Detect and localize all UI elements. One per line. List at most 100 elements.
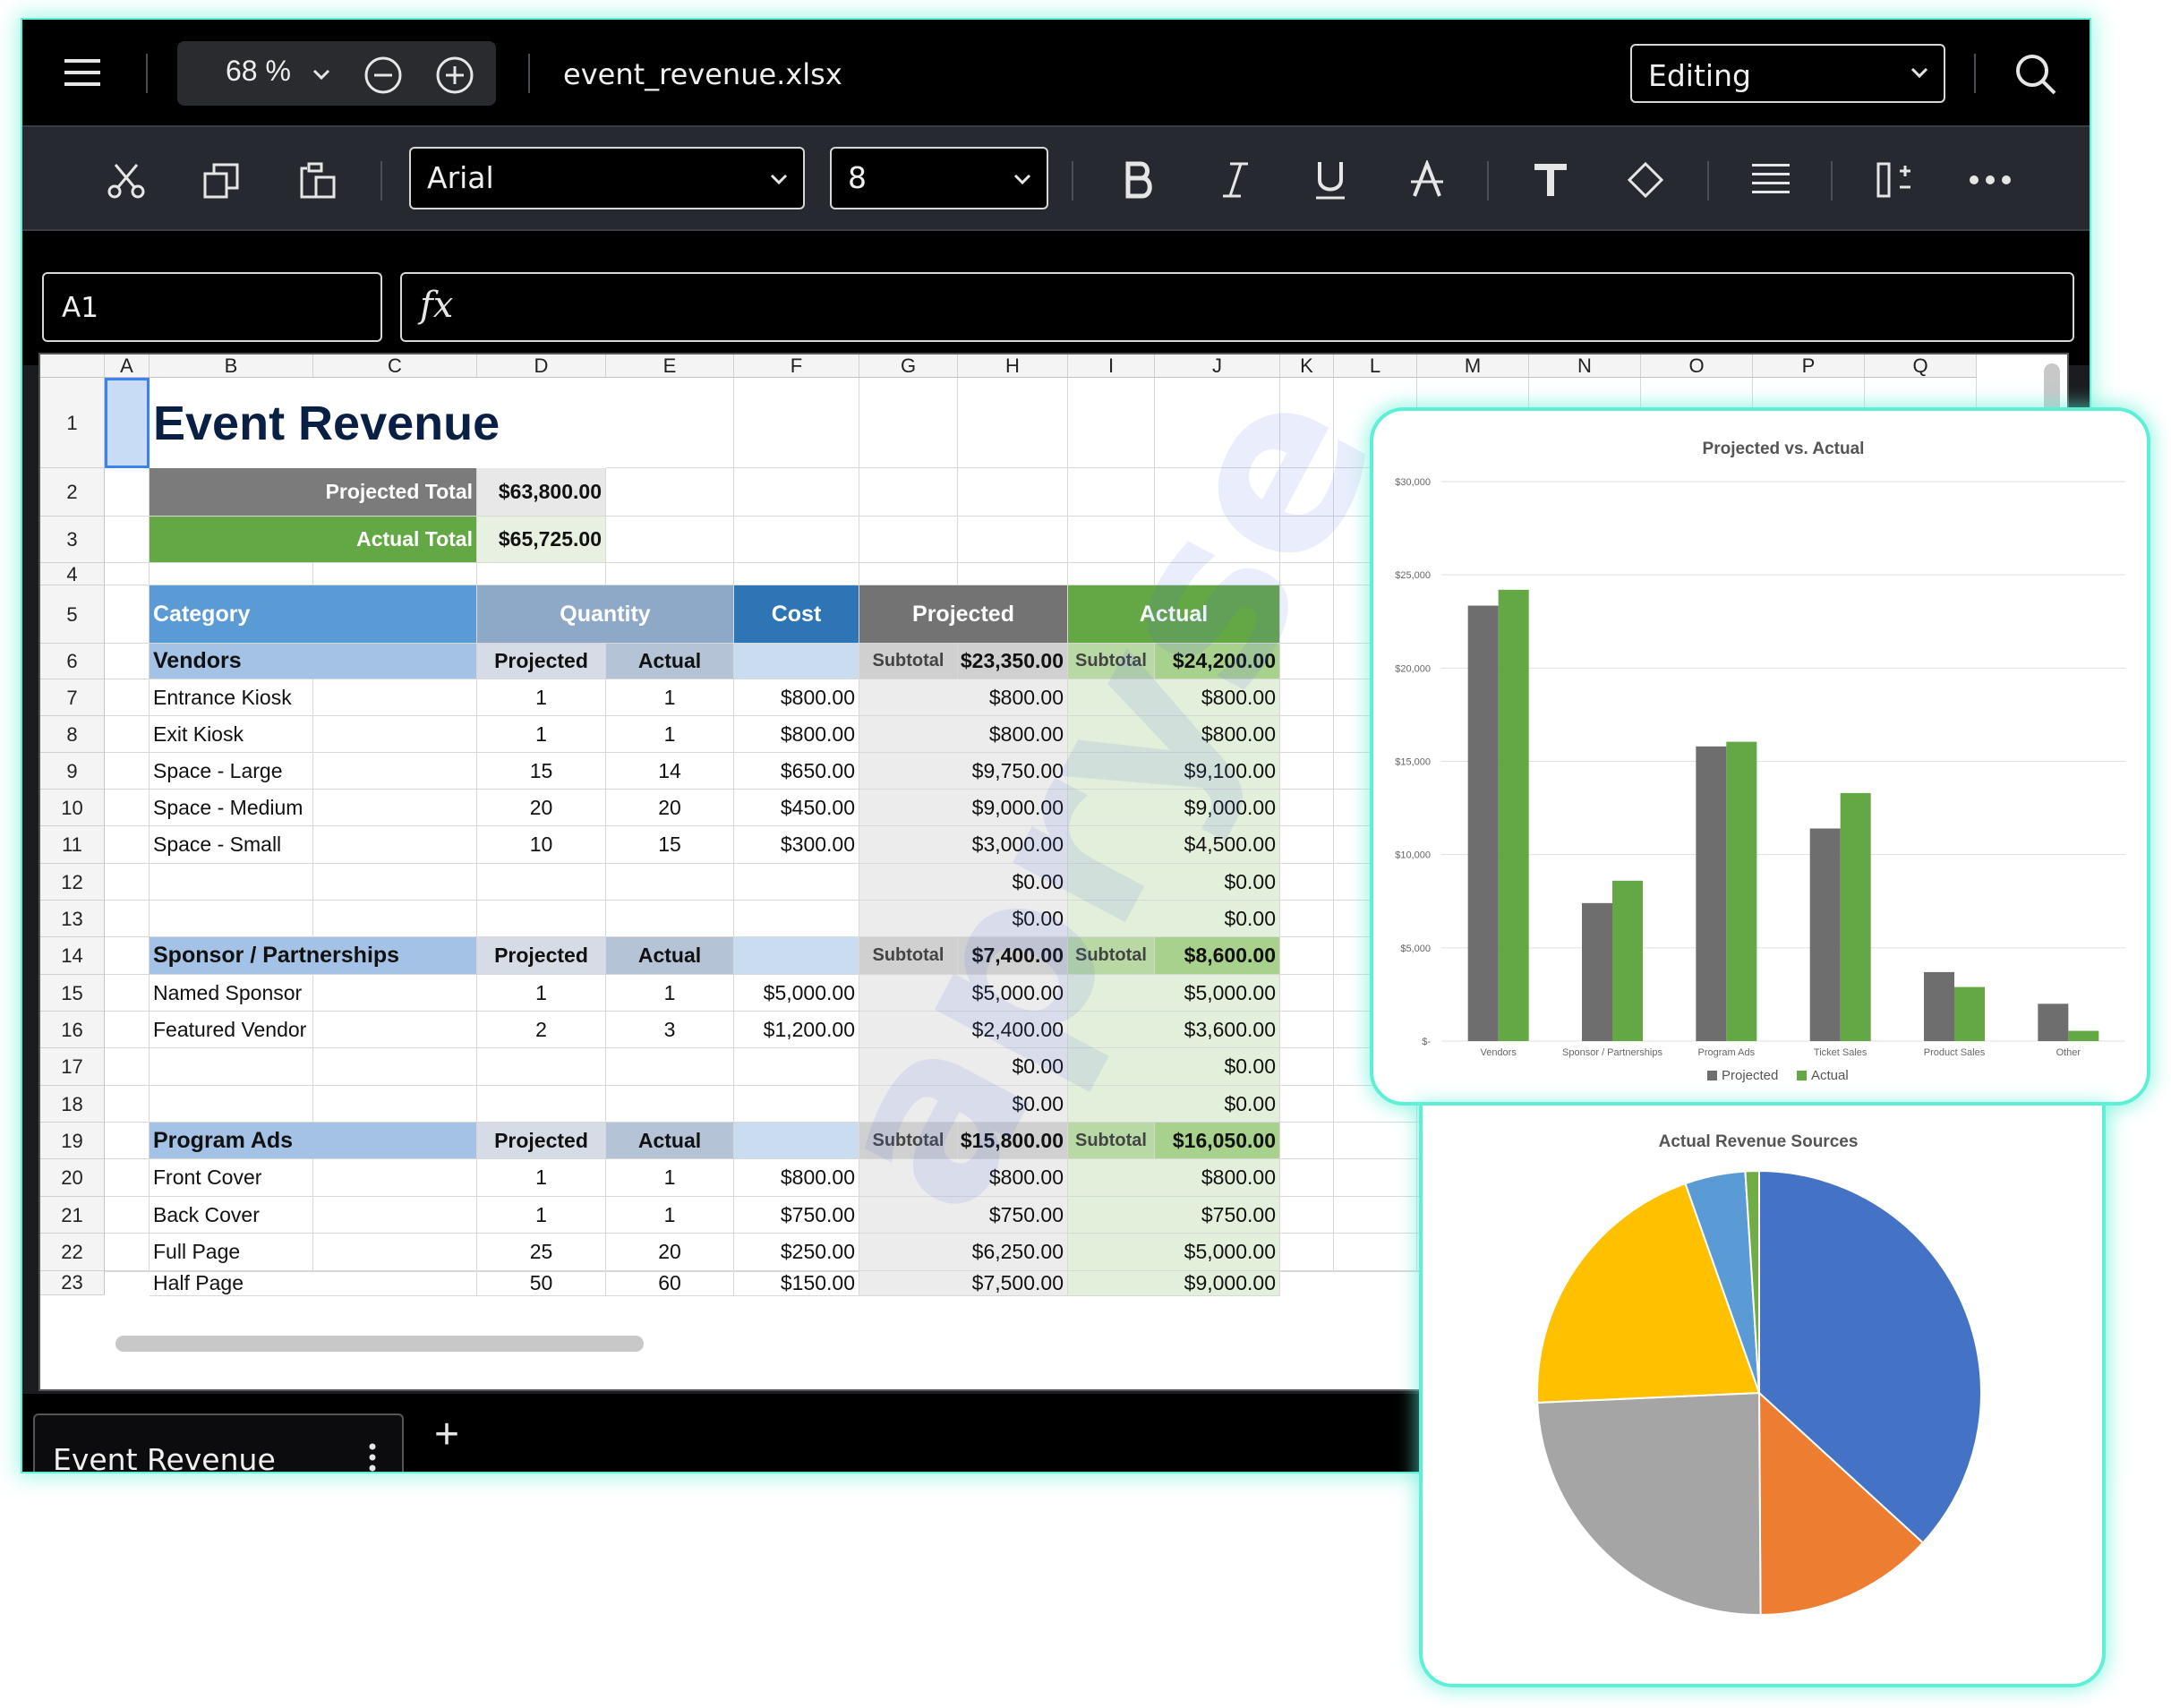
grid-cell[interactable] (105, 517, 150, 563)
subtotal-label[interactable]: Subtotal (1068, 644, 1155, 679)
item-qty-projected[interactable]: 1 (477, 1159, 606, 1197)
subtotal-label[interactable]: Subtotal (859, 1123, 958, 1159)
grid-cell[interactable] (1280, 1123, 1334, 1159)
column-header-m[interactable]: M (1417, 354, 1529, 378)
item-qty-actual[interactable]: 1 (606, 679, 734, 716)
item-actual[interactable]: $0.00 (1068, 1086, 1280, 1123)
select-all-corner[interactable] (40, 354, 105, 378)
item-qty-actual[interactable]: 20 (606, 790, 734, 826)
projected-subtotal[interactable]: $23,350.00 (958, 644, 1068, 679)
item-qty-actual[interactable] (606, 864, 734, 901)
header-quantity[interactable]: Quantity (477, 585, 734, 644)
grid-cell[interactable] (105, 753, 150, 790)
grid-cell[interactable] (105, 679, 150, 716)
column-header-j[interactable]: J (1155, 354, 1280, 378)
grid-cell[interactable] (1280, 644, 1334, 679)
item-qty-actual[interactable] (606, 1086, 734, 1123)
grid-cell[interactable] (105, 790, 150, 826)
item-projected[interactable]: $800.00 (859, 1159, 1068, 1197)
section-name[interactable]: Sponsor / Partnerships (150, 937, 477, 975)
section-name[interactable]: Program Ads (150, 1123, 477, 1159)
item-qty-projected[interactable] (477, 1086, 606, 1123)
text-color-icon[interactable] (1528, 158, 1573, 202)
item-cost[interactable]: $800.00 (734, 1159, 859, 1197)
grid-cell[interactable] (1068, 468, 1155, 517)
grid-cell[interactable] (1280, 563, 1334, 585)
item-qty-projected[interactable]: 15 (477, 753, 606, 790)
subtotal-label[interactable]: Subtotal (1068, 937, 1155, 975)
grid-cell[interactable] (1280, 716, 1334, 753)
item-name[interactable] (150, 864, 477, 901)
row-header-9[interactable]: 9 (40, 753, 105, 790)
grid-cell[interactable] (734, 517, 859, 563)
column-header-k[interactable]: K (1280, 354, 1334, 378)
item-cost[interactable]: $1,200.00 (734, 1012, 859, 1048)
item-cost[interactable] (734, 1048, 859, 1086)
column-header-d[interactable]: D (477, 354, 606, 378)
row-header-2[interactable]: 2 (40, 468, 105, 517)
grid-cell[interactable] (1280, 1159, 1334, 1197)
sheet-tab-event-revenue[interactable]: Event Revenue (33, 1413, 404, 1472)
column-header-f[interactable]: F (734, 354, 859, 378)
section-sub-projected[interactable]: Projected (477, 1123, 606, 1159)
section-sub-actual[interactable]: Actual (606, 937, 734, 975)
column-header-p[interactable]: P (1753, 354, 1865, 378)
grid-cell[interactable] (105, 1086, 150, 1123)
column-header-h[interactable]: H (958, 354, 1068, 378)
grid-cell[interactable] (1068, 563, 1155, 585)
item-name[interactable] (150, 901, 477, 937)
item-qty-projected[interactable] (477, 901, 606, 937)
item-projected[interactable]: $6,250.00 (859, 1234, 1068, 1271)
column-header-b[interactable]: B (150, 354, 313, 378)
actual-total-value[interactable]: $65,725.00 (477, 517, 606, 563)
item-name[interactable]: Full Page (150, 1234, 477, 1271)
kebab-menu-icon[interactable] (368, 1442, 377, 1472)
item-qty-projected[interactable]: 2 (477, 1012, 606, 1048)
item-name[interactable]: Space - Large (150, 753, 477, 790)
row-header-11[interactable]: 11 (40, 826, 105, 864)
grid-cell[interactable] (734, 563, 859, 585)
item-actual[interactable]: $5,000.00 (1068, 1234, 1280, 1271)
grid-cell[interactable] (859, 563, 958, 585)
grid-cell[interactable] (1280, 1012, 1334, 1048)
zoom-in-icon[interactable] (433, 54, 476, 97)
section-cost-blank[interactable] (734, 937, 859, 975)
grid-cell[interactable] (1280, 585, 1334, 644)
grid-cell[interactable] (1280, 1048, 1334, 1086)
projected-total-label[interactable]: Projected Total (150, 468, 477, 517)
item-projected[interactable]: $2,400.00 (859, 1012, 1068, 1048)
more-options-icon[interactable] (1965, 158, 2015, 202)
grid-cell[interactable] (105, 563, 150, 585)
grid-cell[interactable] (150, 563, 313, 585)
font-family-dropdown[interactable]: Arial (409, 147, 805, 209)
section-sub-actual[interactable]: Actual (606, 644, 734, 679)
header-category[interactable]: Category (150, 585, 477, 644)
row-header-23[interactable]: 23 (40, 1271, 105, 1295)
grid-cell[interactable] (105, 468, 150, 517)
grid-cell[interactable] (958, 378, 1068, 468)
item-cost[interactable] (734, 1086, 859, 1123)
grid-cell[interactable] (1334, 1123, 1417, 1159)
underline-icon[interactable] (1308, 158, 1353, 202)
chevron-down-icon[interactable] (308, 61, 335, 88)
grid-cell[interactable] (606, 378, 734, 468)
column-header-q[interactable]: Q (1865, 354, 1977, 378)
item-qty-projected[interactable]: 20 (477, 790, 606, 826)
grid-cell[interactable] (1155, 517, 1280, 563)
grid-cell[interactable] (105, 1048, 150, 1086)
item-qty-projected[interactable]: 1 (477, 1197, 606, 1234)
row-header-1[interactable]: 1 (40, 378, 105, 468)
item-qty-projected[interactable]: 1 (477, 679, 606, 716)
item-projected[interactable]: $0.00 (859, 1086, 1068, 1123)
grid-cell[interactable] (313, 563, 477, 585)
grid-cell[interactable] (958, 468, 1068, 517)
grid-cell[interactable] (105, 826, 150, 864)
item-qty-projected[interactable]: 25 (477, 1234, 606, 1271)
grid-cell[interactable] (1334, 1197, 1417, 1234)
selected-cell-a1[interactable] (105, 378, 150, 468)
mode-dropdown[interactable]: Editing (1630, 44, 1945, 103)
grid-cell[interactable] (477, 563, 606, 585)
item-actual[interactable]: $3,600.00 (1068, 1012, 1280, 1048)
item-cost[interactable]: $650.00 (734, 753, 859, 790)
item-projected[interactable]: $9,000.00 (859, 790, 1068, 826)
